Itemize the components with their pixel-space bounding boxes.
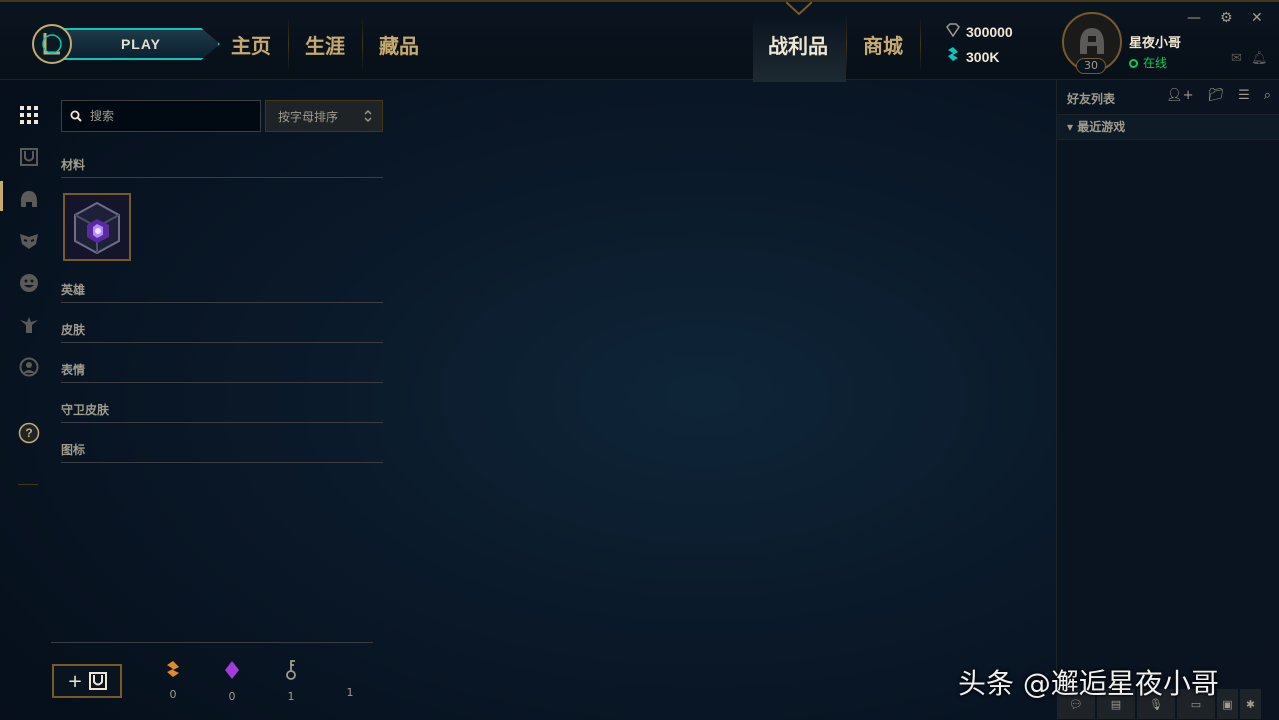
riot-points-amount: 300K bbox=[966, 49, 1000, 65]
mythic-essence: 0 bbox=[217, 660, 247, 703]
minimize-icon[interactable]: — bbox=[1187, 10, 1201, 26]
close-icon[interactable]: ✕ bbox=[1251, 10, 1263, 26]
craft-key-button[interactable]: + bbox=[52, 664, 122, 698]
window-icon[interactable]: ▣ bbox=[1216, 688, 1239, 720]
loot-search-field[interactable] bbox=[61, 100, 261, 132]
recent-games-label: 最近游戏 bbox=[1077, 120, 1126, 134]
ward-icon[interactable] bbox=[16, 312, 42, 338]
friends-panel: 好友列表 👤︎+ 📁︎ ☰ ⌕ ▾ 最近游戏 bbox=[1056, 80, 1279, 720]
nav-store[interactable]: 商城 bbox=[863, 30, 903, 59]
section-emotes: 表情 bbox=[61, 363, 383, 383]
svg-text:?: ? bbox=[25, 426, 32, 440]
section-materials: 材料 bbox=[61, 158, 383, 178]
chevron-updown-icon bbox=[364, 110, 372, 122]
profile-icon[interactable] bbox=[16, 354, 42, 380]
key-fragment-count: 1 bbox=[287, 690, 295, 703]
search-input[interactable] bbox=[90, 109, 250, 123]
mythic-essence-count: 0 bbox=[228, 690, 236, 703]
sidebar-divider bbox=[18, 484, 38, 485]
watermark-text: 头条 @邂逅星夜小哥 bbox=[958, 667, 1219, 700]
plus-icon: + bbox=[67, 670, 83, 692]
chest-icon[interactable] bbox=[16, 144, 42, 170]
mask-icon[interactable] bbox=[16, 228, 42, 254]
play-button-group[interactable]: PLAY bbox=[30, 24, 220, 64]
summoner-name[interactable]: 星夜小哥 bbox=[1129, 32, 1181, 51]
list-view-icon[interactable]: ☰ bbox=[1238, 88, 1250, 103]
section-icons: 图标 bbox=[61, 443, 383, 463]
section-title: 英雄 bbox=[61, 283, 86, 297]
riot-points[interactable]: 300K bbox=[944, 46, 999, 65]
section-title: 守卫皮肤 bbox=[61, 403, 110, 417]
loot-category-sidebar: ? bbox=[0, 80, 56, 720]
online-status-label: 在线 bbox=[1143, 56, 1168, 70]
section-champions: 英雄 bbox=[61, 283, 383, 303]
emote-smile-icon[interactable] bbox=[16, 270, 42, 296]
nav-loot[interactable]: 战利品 bbox=[768, 30, 828, 59]
section-title: 材料 bbox=[61, 158, 86, 172]
orange-essence: 0 bbox=[158, 660, 188, 701]
orange-essence-icon bbox=[167, 661, 179, 677]
active-category-indicator bbox=[0, 181, 3, 211]
top-notch-decoration bbox=[786, 2, 812, 16]
level-badge: 30 bbox=[1076, 58, 1106, 74]
help-icon[interactable]: ? bbox=[16, 420, 42, 446]
sort-dropdown-label: 按字母排序 bbox=[278, 109, 339, 124]
key-icon bbox=[335, 660, 365, 680]
key-count: 1 bbox=[346, 686, 354, 699]
section-title: 皮肤 bbox=[61, 323, 86, 337]
section-ward-skins: 守卫皮肤 bbox=[61, 403, 383, 423]
mythic-essence-icon bbox=[225, 661, 239, 679]
top-bar: PLAY 主页 生涯 藏品 战利品 商城 300000 300K 30 星夜小哥… bbox=[0, 0, 1279, 82]
caret-down-icon: ▾ bbox=[1067, 120, 1074, 134]
nav-separator bbox=[362, 16, 363, 72]
grid-icon[interactable] bbox=[16, 102, 42, 128]
bug-report-icon[interactable]: ✱ bbox=[1239, 688, 1262, 720]
champion-helmet-icon bbox=[1080, 28, 1104, 54]
search-icon bbox=[70, 110, 82, 122]
champion-helmet-icon[interactable] bbox=[16, 186, 42, 212]
recent-games-group[interactable]: ▾ 最近游戏 bbox=[1057, 114, 1279, 140]
blue-essence-icon bbox=[944, 23, 962, 40]
key-fragment: 1 bbox=[276, 660, 306, 703]
sort-dropdown[interactable]: 按字母排序 bbox=[265, 100, 383, 132]
notification-bell-icon[interactable]: 🔔︎ bbox=[1251, 51, 1268, 66]
online-status[interactable]: 在线 bbox=[1129, 54, 1167, 71]
loot-item-hextech-chest[interactable] bbox=[63, 193, 131, 261]
add-friend-icon[interactable]: 👤︎+ bbox=[1166, 88, 1193, 103]
friends-toolbar: 👤︎+ 📁︎ ☰ ⌕ bbox=[1166, 88, 1271, 103]
nav-home[interactable]: 主页 bbox=[231, 30, 271, 59]
play-button[interactable]: PLAY bbox=[64, 28, 220, 60]
riot-points-icon bbox=[944, 46, 962, 65]
bottom-divider bbox=[51, 642, 373, 643]
settings-gear-icon[interactable]: ⚙ bbox=[1220, 10, 1233, 26]
online-status-icon bbox=[1129, 59, 1138, 68]
section-title: 表情 bbox=[61, 363, 86, 377]
chest-icon bbox=[88, 672, 107, 690]
mail-icon[interactable]: ✉ bbox=[1231, 51, 1242, 66]
section-skins: 皮肤 bbox=[61, 323, 383, 343]
nav-separator bbox=[846, 16, 847, 72]
nav-separator bbox=[288, 16, 289, 72]
blue-essence[interactable]: 300000 bbox=[944, 23, 1013, 40]
add-folder-icon[interactable]: 📁︎ bbox=[1208, 88, 1225, 103]
key-fragment-icon bbox=[286, 660, 296, 680]
nav-profile[interactable]: 生涯 bbox=[305, 30, 345, 59]
nav-collection[interactable]: 藏品 bbox=[379, 30, 419, 59]
league-logo-icon bbox=[32, 24, 72, 64]
friends-list-title: 好友列表 bbox=[1067, 92, 1116, 106]
search-icon[interactable]: ⌕ bbox=[1264, 88, 1271, 103]
hextech-chest-icon bbox=[65, 195, 129, 259]
key: 1 bbox=[335, 660, 365, 699]
orange-essence-count: 0 bbox=[169, 688, 177, 701]
blue-essence-amount: 300000 bbox=[966, 24, 1013, 40]
section-title: 图标 bbox=[61, 443, 86, 457]
nav-separator bbox=[920, 16, 921, 72]
